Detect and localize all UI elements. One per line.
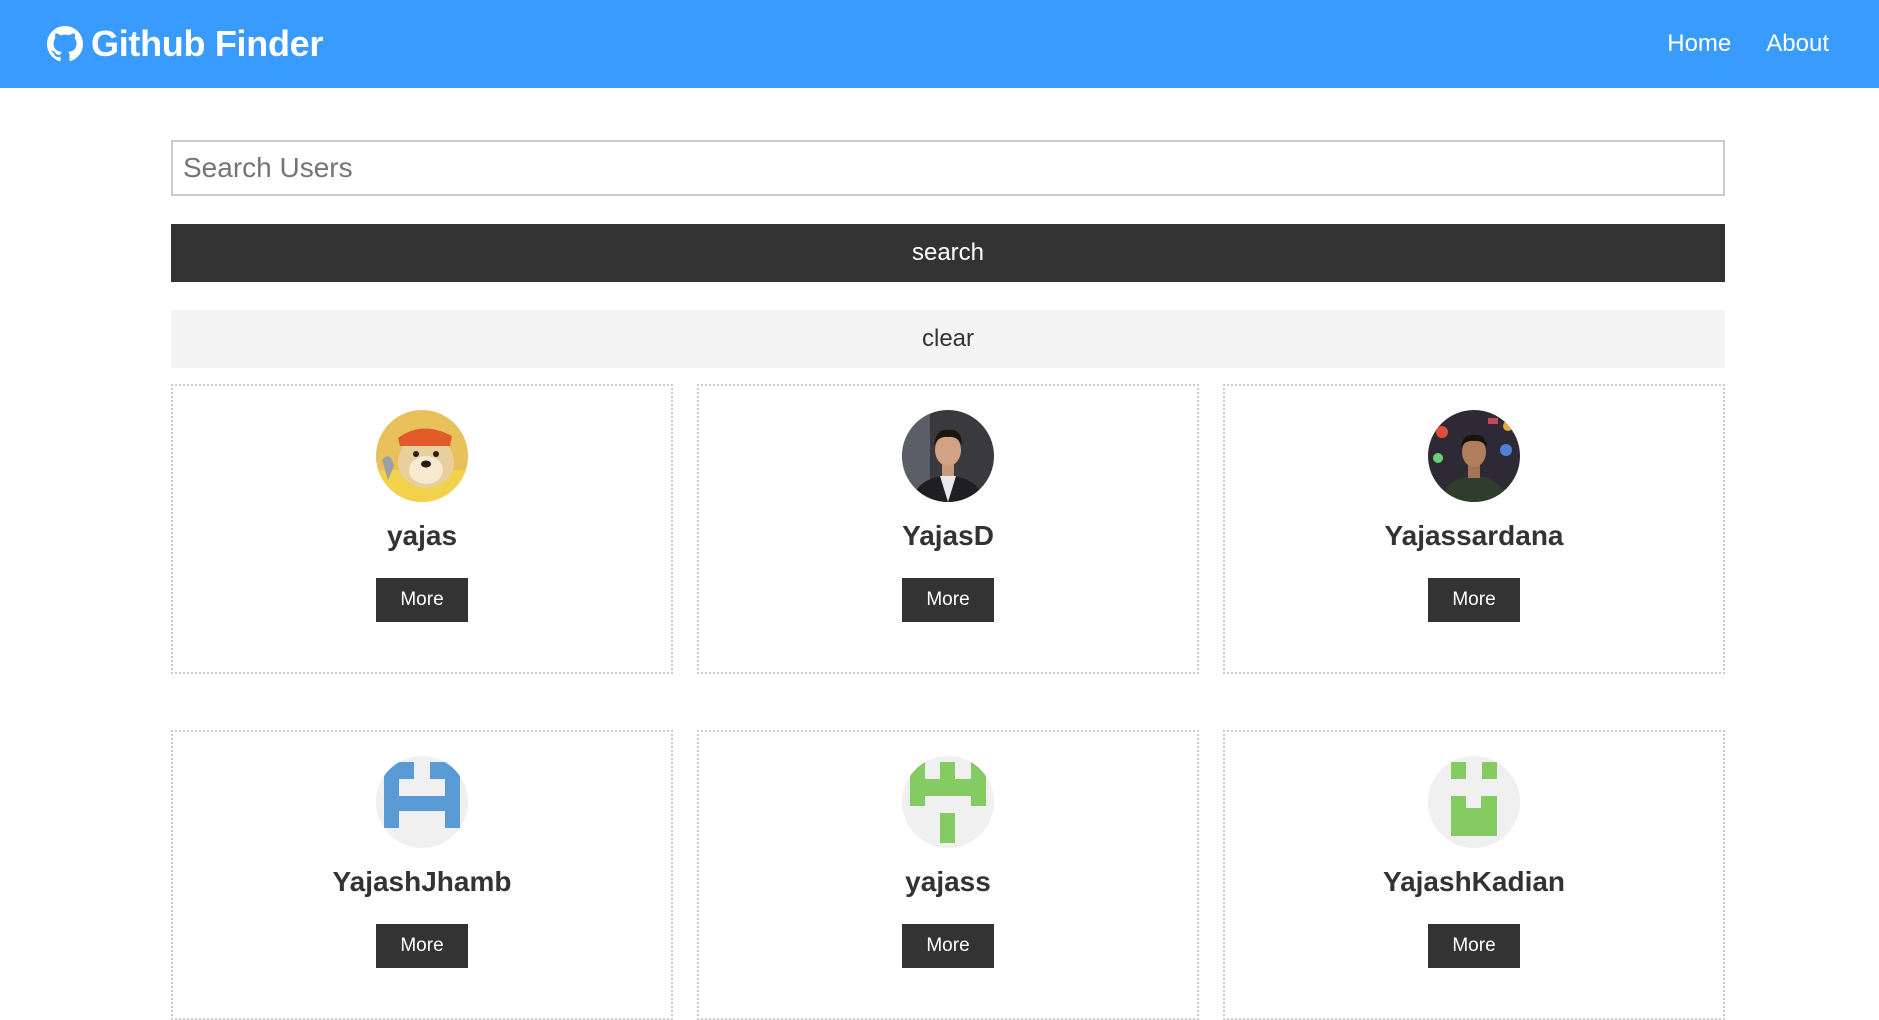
brand[interactable]: Github Finder (47, 23, 323, 65)
identicon-avatar (376, 756, 468, 848)
user-card: YajashJhamb More (171, 730, 673, 1020)
users-grid: yajas More YajasD More Yajassardana More… (171, 384, 1725, 1020)
identicon-avatar (902, 756, 994, 848)
username: YajasD (902, 520, 994, 551)
user-card: yajass More (697, 730, 1199, 1020)
app-title: Github Finder (91, 23, 324, 64)
more-button[interactable]: More (376, 578, 468, 622)
user-card: YajasD More (697, 384, 1199, 674)
clear-button[interactable]: clear (171, 310, 1725, 368)
nav-links: Home About (1667, 30, 1829, 58)
user-card: Yajassardana More (1223, 384, 1725, 674)
nav-home-link[interactable]: Home (1667, 30, 1731, 58)
github-icon (47, 26, 83, 62)
nav-about-link[interactable]: About (1766, 30, 1829, 58)
more-button[interactable]: More (1428, 578, 1520, 622)
doge-avatar (376, 410, 468, 502)
more-button[interactable]: More (902, 924, 994, 968)
navbar: Github Finder Home About (0, 0, 1879, 88)
more-button[interactable]: More (902, 578, 994, 622)
search-form: search clear (171, 140, 1725, 368)
more-button[interactable]: More (1428, 924, 1520, 968)
user-card: YajashKadian More (1223, 730, 1725, 1020)
username: yajas (386, 520, 458, 551)
username: YajashJhamb (332, 866, 512, 897)
photo-avatar (902, 410, 994, 502)
more-button[interactable]: More (376, 924, 468, 968)
photo-avatar (1428, 410, 1520, 502)
username: Yajassardana (1384, 520, 1564, 551)
user-card: yajas More (171, 384, 673, 674)
search-input[interactable] (171, 140, 1725, 196)
identicon-avatar (1428, 756, 1520, 848)
search-button[interactable]: search (171, 224, 1725, 282)
username: yajass (905, 866, 991, 897)
username: YajashKadian (1382, 866, 1566, 897)
